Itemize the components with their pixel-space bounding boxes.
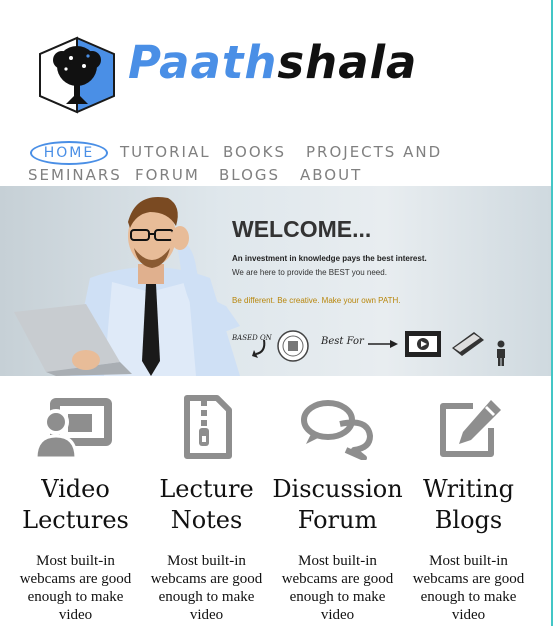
books-icon xyxy=(452,332,484,356)
logo-tree-icon[interactable] xyxy=(36,36,118,114)
nav-item-books[interactable]: BOOKS xyxy=(223,143,286,161)
features-section: Video Lectures Most built-in webcams are… xyxy=(0,376,551,626)
feature-description: Most built-in webcams are good enough to… xyxy=(281,553,394,623)
person-icon xyxy=(497,340,505,366)
brand-wordmark[interactable]: Paathshala xyxy=(128,40,417,85)
main-nav: HOME TUTORIAL BOOKS PROJECTS AND SEMINAR… xyxy=(0,138,551,186)
feature-lecture-notes[interactable]: Lecture Notes Most built-in webcams are … xyxy=(141,376,272,626)
nav-item-seminars[interactable]: SEMINARS xyxy=(28,166,122,184)
brand-name-part1: Paath xyxy=(128,36,278,89)
welcome-banner: WELCOME... An investment in knowledge pa… xyxy=(0,186,551,376)
nav-item-blogs[interactable]: BLOGS xyxy=(219,166,280,184)
banner-best-for: Best For xyxy=(321,336,364,347)
nav-item-forum[interactable]: FORUM xyxy=(135,166,200,184)
chat-bubbles-icon xyxy=(301,400,373,460)
feature-video-lectures[interactable]: Video Lectures Most built-in webcams are… xyxy=(10,376,141,626)
banner-subtext: We are here to provide the BEST you need… xyxy=(232,268,387,277)
feature-title: Discussion Forum xyxy=(272,475,403,534)
feature-description: Most built-in webcams are good enough to… xyxy=(19,553,132,623)
brand-name-part2: shala xyxy=(277,36,418,89)
feature-title: Lecture Notes xyxy=(159,475,254,534)
nav-item-projects-and[interactable]: PROJECTS AND xyxy=(306,143,442,161)
banner-title: WELCOME... xyxy=(232,216,372,242)
nav-item-tutorial[interactable]: TUTORIAL xyxy=(120,143,211,161)
nav-item-about[interactable]: ABOUT xyxy=(300,166,362,184)
banner-person-illustration xyxy=(14,197,240,376)
nav-item-home[interactable]: HOME xyxy=(30,141,108,165)
feature-title: Video Lectures xyxy=(22,475,129,534)
edit-icon xyxy=(440,400,501,457)
feature-writing-blogs[interactable]: Writing Blogs Most built-in webcams are … xyxy=(403,376,534,626)
feature-description: Most built-in webcams are good enough to… xyxy=(412,553,525,623)
curved-arrow-icon xyxy=(252,339,266,358)
feature-discussion-forum[interactable]: Discussion Forum Most built-in webcams a… xyxy=(272,376,403,626)
zip-file-icon xyxy=(184,395,232,459)
university-seal-icon xyxy=(277,330,309,362)
banner-tagline: An investment in knowledge pays the best… xyxy=(232,254,427,263)
video-lecture-icon xyxy=(34,398,112,460)
video-film-icon xyxy=(405,331,441,357)
right-arrow-icon xyxy=(368,340,398,348)
banner-motto: Be different. Be creative. Make your own… xyxy=(232,296,401,305)
feature-title: Writing Blogs xyxy=(423,475,514,534)
feature-description: Most built-in webcams are good enough to… xyxy=(150,553,263,623)
